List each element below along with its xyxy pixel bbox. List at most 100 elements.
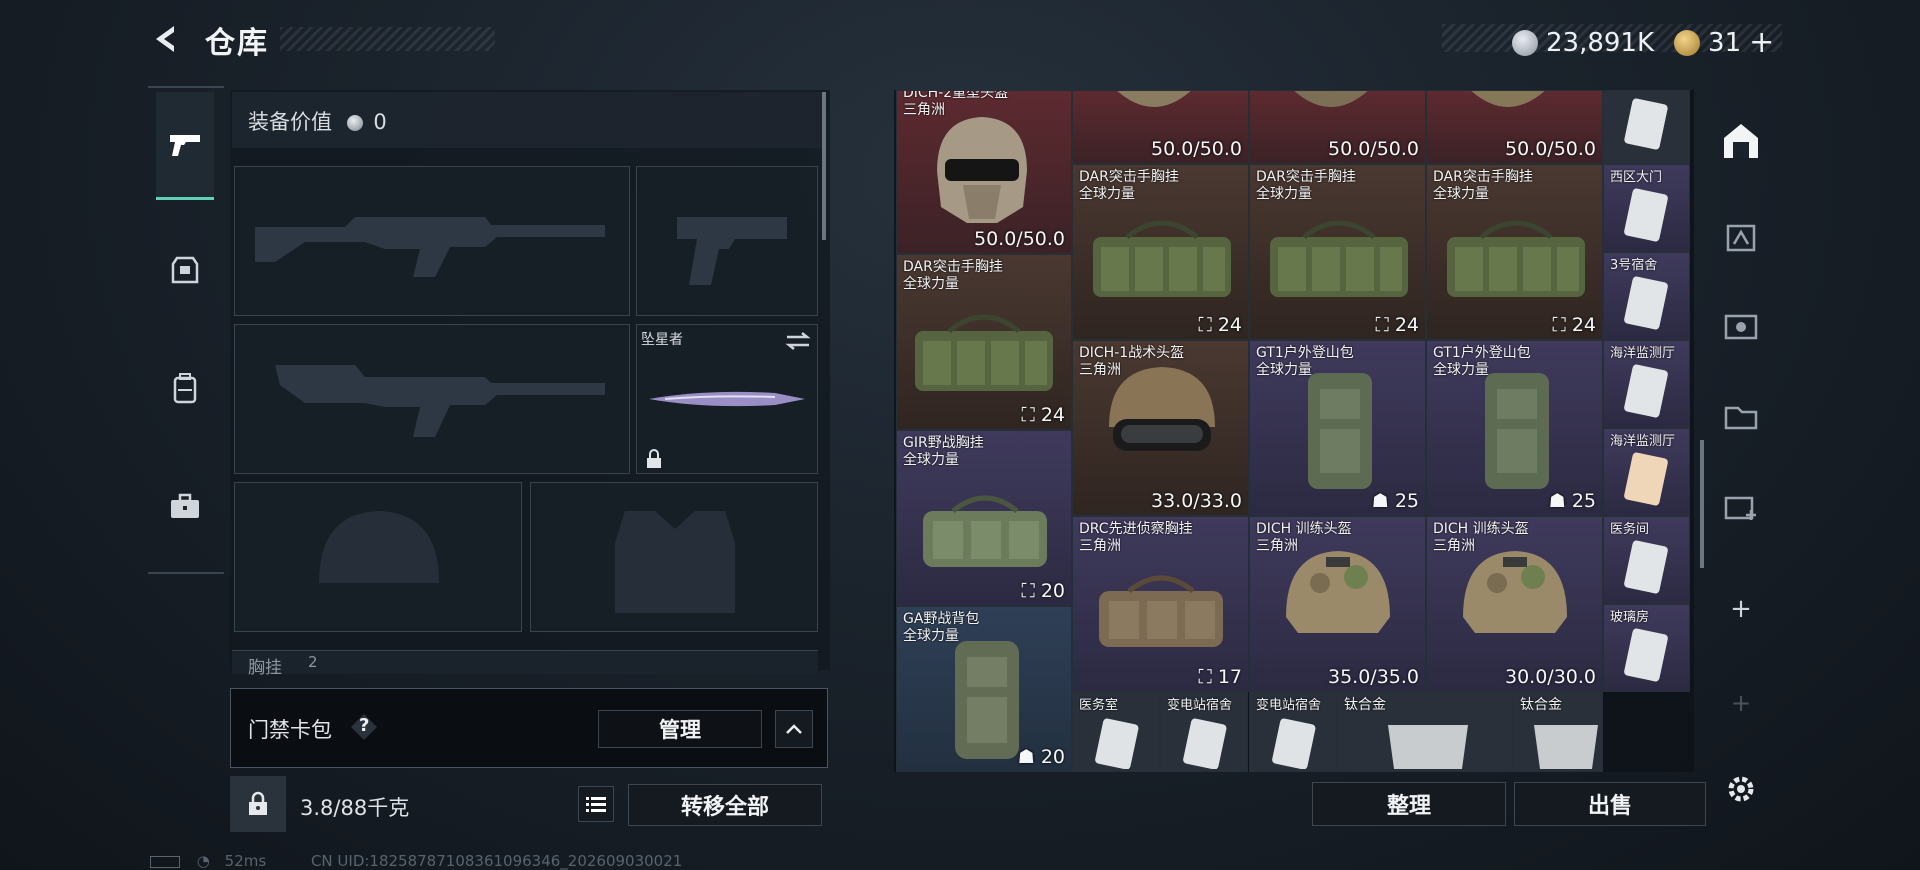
- help-button[interactable]: ?: [350, 713, 378, 741]
- primary-weapon-slot[interactable]: [234, 166, 630, 316]
- item-durability: 35.0/35.0: [1327, 666, 1419, 688]
- item-durability: ⛶ 24: [1552, 314, 1596, 336]
- item-name: 医务间: [1610, 522, 1650, 537]
- item-name: DAR突击手胸挂 全球力量: [1079, 169, 1179, 202]
- nav-case[interactable]: [156, 452, 214, 560]
- item-name: DAR突击手胸挂 全球力量: [1433, 169, 1533, 202]
- settings-button[interactable]: [1718, 766, 1764, 812]
- item-cell-training-helmet[interactable]: DICH 训练头盔 三角洲 30.0/30.0: [1426, 516, 1603, 692]
- key-card-cell[interactable]: [1603, 90, 1690, 164]
- nav-weapons[interactable]: [156, 92, 214, 200]
- chevron-up-icon: [786, 724, 802, 734]
- weight-readout: 3.8/88千克: [300, 796, 410, 820]
- key-card-icon: [1624, 452, 1668, 506]
- key-card-cell[interactable]: 医务间: [1603, 516, 1690, 604]
- item-cell-backpack[interactable]: GT1户外登山包 全球力量 ☗ 25: [1249, 340, 1426, 516]
- tab-warehouse[interactable]: [1718, 118, 1764, 164]
- key-card-cell[interactable]: 变电站宿舍: [1249, 692, 1337, 772]
- list-view-button[interactable]: [578, 786, 614, 822]
- armor-slot[interactable]: [530, 482, 818, 632]
- item-cell[interactable]: 50.0/50.0: [1249, 90, 1426, 164]
- currency-bar: 23,891K 31 +: [1442, 24, 1782, 60]
- knife-icon: [649, 391, 805, 407]
- backpack-item-icon: [1485, 373, 1549, 489]
- item-cell-backpack[interactable]: GT1户外登山包 全球力量 ☗ 25: [1426, 340, 1603, 516]
- organize-button[interactable]: 整理: [1312, 782, 1506, 826]
- item-cell-training-helmet[interactable]: DICH 训练头盔 三角洲 35.0/35.0: [1249, 516, 1426, 692]
- transfer-all-button[interactable]: 转移全部: [628, 784, 822, 826]
- tab-storage-2[interactable]: [1718, 212, 1764, 258]
- swap-icon[interactable]: [785, 331, 811, 351]
- item-cell-drc-rig[interactable]: DRC先进侦察胸挂 三角洲 ⛶ 17: [1072, 516, 1249, 692]
- item-name: 变电站宿舍: [1256, 698, 1322, 713]
- uid-readout: CN UID:18258787108361096346_202609030021: [310, 852, 683, 870]
- lock-toggle[interactable]: [230, 776, 286, 832]
- item-cell-gir-rig[interactable]: GIR野战胸挂 全球力量 ⛶ 20: [896, 430, 1072, 606]
- item-cell[interactable]: 50.0/50.0: [1426, 90, 1603, 164]
- title-decoration: [280, 27, 495, 51]
- item-cell-tactical-helmet[interactable]: DICH-1战术头盔 三角洲 33.0/33.0: [1072, 340, 1249, 516]
- tab-storage-5[interactable]: [1718, 482, 1764, 528]
- melee-slot[interactable]: 坠星者: [636, 324, 818, 474]
- sell-button[interactable]: 出售: [1514, 782, 1706, 826]
- tab-storage-4[interactable]: [1718, 392, 1764, 438]
- item-name: DAR突击手胸挂 全球力量: [1256, 169, 1356, 202]
- back-arrow-icon: [156, 26, 174, 52]
- item-durability: ⛶ 24: [1375, 314, 1419, 336]
- key-card-cell[interactable]: 变电站宿舍: [1160, 692, 1248, 772]
- secondary-weapon-slot[interactable]: [234, 324, 630, 474]
- ping-readout: 52ms: [224, 852, 267, 870]
- item-durability: 50.0/50.0: [1327, 138, 1419, 160]
- collapse-button[interactable]: [775, 710, 813, 748]
- backpack-icon: [173, 373, 197, 404]
- item-durability: 50.0/50.0: [973, 228, 1065, 250]
- key-card-cell[interactable]: 海洋监测厅: [1603, 428, 1690, 516]
- manage-button[interactable]: 管理: [598, 710, 762, 748]
- item-cell-dar-rig[interactable]: DAR突击手胸挂 全球力量 ⛶ 24: [896, 254, 1072, 430]
- item-name: 海洋监测厅: [1610, 434, 1676, 449]
- titanium-cell[interactable]: 钛合金: [1513, 692, 1603, 772]
- item-cell-dar-rig[interactable]: DAR突击手胸挂 全球力量 ⛶ 24: [1249, 164, 1426, 340]
- storage-expansion-icon: [1724, 314, 1758, 340]
- helmet-slot[interactable]: [234, 482, 522, 632]
- storage-tabs: + +: [1710, 90, 1772, 830]
- item-cell-ga-backpack[interactable]: GA野战背包 全球力量 ☗ 20: [896, 606, 1072, 772]
- key-card-cell[interactable]: 3号宿舍: [1603, 252, 1690, 340]
- equipment-scrollbar[interactable]: [822, 92, 826, 240]
- key-card-cell[interactable]: 医务室: [1072, 692, 1160, 772]
- item-name: 变电站宿舍: [1167, 698, 1233, 713]
- back-button[interactable]: [150, 22, 184, 56]
- key-card-cell[interactable]: 西区大门: [1603, 164, 1690, 252]
- nav-backpack[interactable]: [156, 334, 214, 442]
- item-cell-helmet-heavy[interactable]: DICH-2重型头盔 三角洲 50.0/50.0: [896, 90, 1072, 254]
- item-cell-dar-rig[interactable]: DAR突击手胸挂 全球力量 ⛶ 24: [1072, 164, 1249, 340]
- add-storage-button-disabled[interactable]: +: [1718, 680, 1764, 726]
- gear-icon: [1728, 776, 1754, 802]
- medical-case-icon: [1724, 496, 1756, 520]
- item-durability: 50.0/50.0: [1150, 138, 1242, 160]
- briefcase-icon: [171, 493, 199, 518]
- storage-expansion-icon: [1724, 406, 1758, 430]
- item-cell-dar-rig[interactable]: DAR突击手胸挂 全球力量 ⛶ 24: [1426, 164, 1603, 340]
- key-card-icon: [1624, 188, 1668, 242]
- titanium-cell[interactable]: 钛合金: [1337, 692, 1513, 772]
- add-coupon-button[interactable]: +: [1749, 25, 1774, 60]
- status-bar: ◔ 52ms CN UID:18258787108361096346_20260…: [150, 852, 682, 870]
- helmet-icon: [1117, 91, 1191, 107]
- pistol-slot[interactable]: [636, 166, 818, 316]
- key-card-cell[interactable]: 玻璃房: [1603, 604, 1690, 692]
- item-name: 钛合金: [1344, 697, 1386, 713]
- chest-rig-value: 2: [308, 653, 318, 671]
- armor-icon: [171, 256, 199, 284]
- tab-storage-3[interactable]: [1718, 302, 1764, 348]
- key-card-icon: [1624, 540, 1668, 594]
- chest-rig-icon: [923, 495, 1047, 567]
- add-storage-button[interactable]: +: [1718, 586, 1764, 632]
- nav-armor[interactable]: [156, 216, 214, 324]
- metal-ingot-icon: [1534, 725, 1598, 769]
- inventory-scrollbar[interactable]: [1700, 440, 1704, 568]
- backpack-item-icon: [955, 641, 1019, 759]
- key-card-cell[interactable]: 海洋监测厅: [1603, 340, 1690, 428]
- key-card-icon: [1624, 628, 1668, 682]
- item-cell[interactable]: 50.0/50.0: [1072, 90, 1249, 164]
